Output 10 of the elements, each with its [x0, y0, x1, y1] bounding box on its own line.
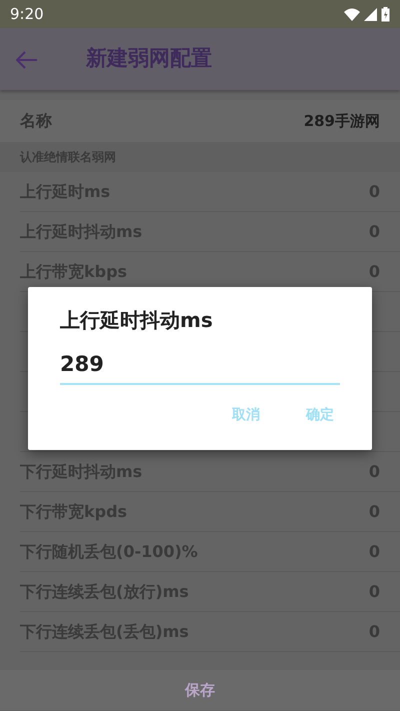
dialog-button[interactable]: 确定 — [300, 400, 340, 430]
input-field[interactable]: 289 — [60, 345, 340, 384]
save-button[interactable]: 保存 — [179, 678, 221, 702]
dialog-button[interactable]: 取消 — [226, 400, 266, 430]
battery-icon — [381, 6, 390, 22]
wifi-icon — [344, 8, 360, 20]
name-value: 289手游网 — [304, 110, 380, 132]
signal-icon — [364, 8, 377, 20]
dialog-title: 上行延时抖动ms — [60, 307, 214, 334]
status-time: 9:20 — [10, 4, 44, 25]
